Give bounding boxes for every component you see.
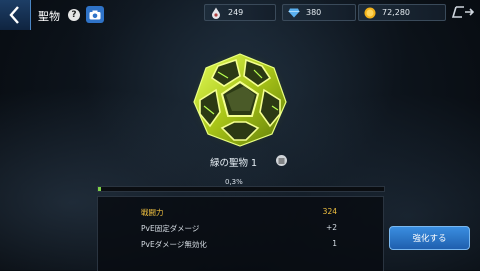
back-button[interactable] xyxy=(0,0,31,30)
top-bar: 聖物 ? 249 380 72,280 xyxy=(0,0,480,30)
help-icon[interactable]: ? xyxy=(68,9,80,21)
stat-label: PvEダメージ無効化 xyxy=(141,240,207,249)
relic-dodecahedron xyxy=(188,48,292,152)
stamina-counter: 249 xyxy=(204,4,276,21)
list-info-icon[interactable] xyxy=(276,155,287,166)
stat-label: PvE固定ダメージ xyxy=(141,224,200,233)
stat-label: 戦闘力 xyxy=(141,208,164,217)
progress-percent: 0,3% xyxy=(225,178,243,186)
stamina-value: 249 xyxy=(228,8,244,17)
gem-counter: 380 xyxy=(282,4,356,21)
gold-value: 72,280 xyxy=(382,8,410,17)
stat-row-pve-fixed-damage: PvE固定ダメージ +2 xyxy=(98,221,383,235)
gem-value: 380 xyxy=(306,8,322,17)
stat-row-power: 戦闘力 324 xyxy=(98,205,383,219)
diamond-icon xyxy=(287,6,301,20)
gold-counter: 72,280 xyxy=(358,4,446,21)
camera-button[interactable] xyxy=(86,6,104,23)
stats-panel: 戦闘力 324 PvE固定ダメージ +2 PvEダメージ無効化 1 xyxy=(97,196,384,271)
stat-value: 1 xyxy=(332,239,337,248)
camera-icon xyxy=(89,10,101,19)
stat-value: 324 xyxy=(322,207,337,216)
exit-icon[interactable] xyxy=(452,4,474,20)
stat-row-pve-damage-nullify: PvEダメージ無効化 1 xyxy=(98,237,383,251)
progress-fill xyxy=(98,187,102,191)
progress-bar xyxy=(97,186,385,192)
chevron-left-icon xyxy=(9,6,19,24)
gold-coin-icon xyxy=(363,6,377,20)
stat-value: +2 xyxy=(325,223,337,232)
page-title: 聖物 xyxy=(38,10,60,23)
stamina-drop-icon xyxy=(209,6,223,20)
enhance-button[interactable]: 強化する xyxy=(389,226,470,250)
relic-name: 緑の聖物 1 xyxy=(210,158,258,169)
